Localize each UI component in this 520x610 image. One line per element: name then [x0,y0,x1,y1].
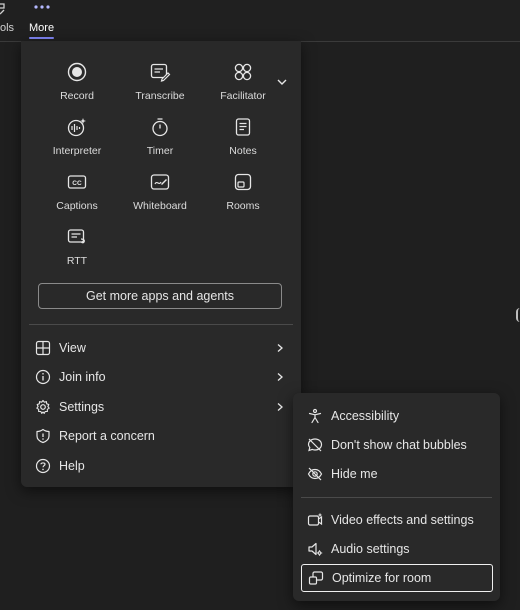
rtt-button[interactable]: RTT [35,226,119,278]
more-dots-icon [34,4,50,10]
whiteboard-label: Whiteboard [133,200,187,212]
submenu-item-video-effects[interactable]: Video effects and settings [301,506,493,534]
record-button[interactable]: Record [35,61,119,113]
info-icon [35,369,51,385]
captions-icon: CC [66,171,88,193]
get-more-apps-button[interactable]: Get more apps and agents [38,283,282,309]
transcribe-button[interactable]: Transcribe [118,61,202,113]
rtt-icon [66,226,88,248]
tab-more-label: More [29,22,55,34]
tools-icon[interactable] [0,2,8,16]
eye-off-icon [307,466,323,482]
timer-button[interactable]: Timer [118,116,202,168]
rooms-icon [232,171,254,193]
tab-tools-label[interactable]: ols [0,22,14,34]
chevron-right-icon [275,372,285,382]
facilitator-icon [232,61,254,83]
interpreter-icon [66,116,88,138]
menu-item-report-concern[interactable]: Report a concern [29,422,293,450]
menu-item-settings-label: Settings [59,400,105,414]
tab-more[interactable]: More [28,0,56,41]
transcribe-icon [149,61,171,83]
whiteboard-icon [149,171,171,193]
timer-label: Timer [146,145,174,157]
menu-item-help-label: Help [59,459,85,473]
facilitator-button[interactable]: Facilitator [201,61,285,113]
speaker-settings-icon [307,541,323,557]
menu-item-help[interactable]: Help [29,452,293,480]
video-effects-icon [307,512,323,528]
submenu-item-audio-settings-label: Audio settings [331,542,410,556]
timer-icon [149,116,171,138]
menu-item-join-info-label: Join info [59,370,106,384]
menu-item-view[interactable]: View [29,334,293,362]
captions-button[interactable]: CC Captions [35,171,119,223]
submenu-item-hide-me-label: Hide me [331,467,378,481]
svg-text:CC: CC [72,180,82,187]
menu-item-view-label: View [59,341,86,355]
rtt-label: RTT [66,255,88,267]
notes-icon [232,116,254,138]
submenu-item-audio-settings[interactable]: Audio settings [301,535,493,563]
active-tab-indicator [29,37,54,39]
rooms-label: Rooms [226,200,260,212]
scroll-edge-mark [516,308,520,322]
interpreter-button[interactable]: Interpreter [35,116,119,168]
menu-item-settings[interactable]: Settings [29,393,293,421]
optimize-room-icon [308,570,324,586]
submenu-divider [301,497,492,498]
submenu-item-accessibility-label: Accessibility [331,409,400,423]
meeting-toolbar: ols More [0,0,520,42]
submenu-item-optimize-room-label: Optimize for room [332,571,432,585]
facilitator-label: Facilitator [220,90,266,102]
whiteboard-button[interactable]: Whiteboard [118,171,202,223]
captions-label: Captions [56,200,98,212]
interpreter-label: Interpreter [52,145,102,157]
submenu-item-chat-bubbles-label: Don't show chat bubbles [331,438,467,452]
record-label: Record [60,90,94,102]
submenu-item-optimize-room[interactable]: Optimize for room [301,564,493,592]
chevron-right-icon [275,402,285,412]
view-grid-icon [35,340,51,356]
transcribe-label: Transcribe [135,90,185,102]
record-icon [66,61,88,83]
shield-alert-icon [35,428,51,444]
menu-divider [29,324,293,325]
submenu-item-chat-bubbles[interactable]: Don't show chat bubbles [301,431,493,459]
submenu-item-video-effects-label: Video effects and settings [331,513,474,527]
gear-icon [35,399,51,415]
more-menu: Record Transcribe Facilitator Interprete… [21,41,301,487]
submenu-item-accessibility[interactable]: Accessibility [301,402,493,430]
chevron-down-icon[interactable] [275,75,289,89]
menu-item-report-concern-label: Report a concern [59,429,155,443]
chevron-right-icon [275,343,285,353]
notes-button[interactable]: Notes [201,116,285,168]
submenu-item-hide-me[interactable]: Hide me [301,460,493,488]
accessibility-icon [307,408,323,424]
help-icon [35,458,51,474]
chat-off-icon [307,437,323,453]
notes-label: Notes [229,145,257,157]
rooms-button[interactable]: Rooms [201,171,285,223]
menu-item-join-info[interactable]: Join info [29,363,293,391]
settings-submenu: Accessibility Don't show chat bubbles Hi… [293,393,500,601]
